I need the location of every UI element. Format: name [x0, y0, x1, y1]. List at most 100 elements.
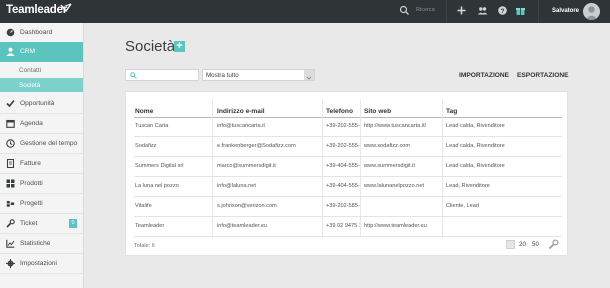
wrench-icon[interactable]	[548, 239, 559, 250]
header-divider	[134, 117, 562, 118]
companies-table: Nome Indirizzo e-mail Telefono Sito web …	[125, 91, 568, 256]
invoice-icon	[6, 159, 15, 168]
column-header-tag[interactable]: Tag	[446, 108, 457, 115]
cell-email[interactable]: info@laluna.net	[217, 183, 322, 189]
search-icon[interactable]	[399, 5, 410, 16]
calendar-icon	[6, 119, 15, 128]
page-size-50[interactable]: 50	[532, 241, 539, 248]
cell-phone: +39-404-555-0	[326, 163, 360, 169]
cell-name[interactable]: Sodafizz	[135, 143, 213, 149]
cell-website[interactable]: www.summersdigit.it	[364, 163, 442, 169]
sidebar-item-statistiche[interactable]: Statistiche	[0, 234, 83, 254]
cell-tag: Lead calda, Rivenditore	[446, 143, 505, 149]
gift-icon[interactable]	[515, 5, 526, 16]
cell-website[interactable]: http://www.tuscancarta.it/	[364, 123, 442, 129]
column-header-name[interactable]: Nome	[135, 108, 153, 115]
row-divider	[134, 236, 562, 237]
check-icon	[6, 99, 15, 108]
column-header-phone[interactable]: Telefono	[326, 108, 353, 115]
divider	[538, 0, 539, 23]
cell-name[interactable]: Vitalife	[135, 203, 213, 209]
sidebar-subitem-contatti[interactable]: Contatti	[0, 63, 83, 77]
cell-phone: +39-202-555-0	[326, 143, 360, 149]
logo-mark-icon	[60, 3, 72, 13]
user-icon	[6, 47, 15, 56]
clock-icon	[6, 139, 15, 148]
sidebar-item-label: Agenda	[20, 120, 43, 127]
wrench-icon	[6, 219, 15, 228]
cell-tag: Cliente, Lead	[446, 203, 479, 209]
sidebar-item-agenda[interactable]: Agenda	[0, 114, 83, 134]
sidebar-item-label: CRM	[20, 48, 36, 55]
user-name[interactable]: Salvatore	[552, 8, 579, 14]
sidebar-item-label: Prodotti	[20, 180, 43, 187]
svg-text:?: ?	[501, 8, 505, 15]
page-size-20[interactable]: 20	[519, 241, 526, 248]
cell-phone: +39 02 9475 1	[326, 223, 360, 229]
sidebar-item-label: Ticket	[20, 220, 38, 227]
sidebar-item-label: Progetti	[20, 200, 43, 207]
avatar-user-icon	[585, 6, 598, 20]
cell-name[interactable]: La luna nel pozzo	[135, 183, 213, 189]
search-field[interactable]: Ricerca	[416, 7, 435, 13]
import-link[interactable]: IMPORTAZIONE	[459, 72, 509, 79]
cell-phone: +39-404-555-0	[326, 183, 360, 189]
sidebar-item-prodotti[interactable]: Prodotti	[0, 174, 83, 194]
cell-website[interactable]: www.lalunanelpozzo.net	[364, 183, 442, 189]
sidebar-item-ticket[interactable]: Ticket 0	[0, 214, 83, 234]
search-input[interactable]	[125, 69, 199, 81]
cell-name[interactable]: Summers Digital srl	[135, 163, 213, 169]
page-title: Società	[125, 38, 176, 55]
sidebar-item-opportunita[interactable]: Opportunità	[0, 94, 83, 114]
sidebar-item-progetti[interactable]: Progetti	[0, 194, 83, 214]
filter-select[interactable]: Mostra tutto	[202, 69, 315, 81]
cell-email[interactable]: info@tuscancarta.it	[217, 123, 322, 129]
sidebar-item-impostazioni[interactable]: Impostazioni	[0, 254, 83, 274]
sidebar-subitem-societa[interactable]: Società	[0, 78, 83, 92]
ticket-count-badge: 0	[69, 219, 77, 228]
help-icon[interactable]: ?	[497, 5, 508, 16]
row-divider	[134, 216, 562, 217]
cell-website[interactable]: http://www.teamleader.eu	[364, 223, 442, 229]
row-divider	[134, 196, 562, 197]
sidebar-item-label: Opportunità	[20, 100, 55, 107]
sidebar-item-dashboard[interactable]: Dashboard	[0, 23, 83, 43]
chevron-down-icon	[304, 70, 314, 80]
grid-icon	[6, 179, 15, 188]
avatar[interactable]	[583, 3, 600, 20]
stats-icon	[6, 239, 15, 248]
row-divider	[134, 156, 562, 157]
cell-email[interactable]: e.frankenberger@Sodafizz.com	[217, 143, 322, 149]
cell-email[interactable]: s.johnson@verizon.com	[217, 203, 322, 209]
cell-email[interactable]: info@teamleader.eu	[217, 223, 322, 229]
sidebar-item-label: Fatture	[20, 160, 41, 167]
cell-email[interactable]: marco@summersdigit.it	[217, 163, 322, 169]
row-divider	[134, 136, 562, 137]
cell-tag: Lead calda, Rivenditore	[446, 163, 505, 169]
column-header-email[interactable]: Indirizzo e-mail	[217, 108, 265, 115]
column-header-website[interactable]: Sito web	[364, 108, 391, 115]
page-size-icon[interactable]	[506, 240, 515, 249]
cell-phone: +39-202-555-0	[326, 123, 360, 129]
add-company-button[interactable]: +	[174, 41, 185, 52]
sidebar-item-gestione-tempo[interactable]: Gestione del tempo	[0, 134, 83, 154]
users-icon[interactable]	[477, 5, 488, 16]
export-link[interactable]: ESPORTAZIONE	[517, 72, 569, 79]
search-icon	[130, 72, 137, 79]
app-logo[interactable]: Teamleader	[6, 4, 67, 16]
cell-name[interactable]: Tuscan Carta	[135, 123, 213, 129]
sidebar-item-crm[interactable]: CRM	[0, 42, 83, 62]
cell-tag: Lead, Rivenditore	[446, 183, 490, 189]
dashboard-icon	[6, 28, 15, 37]
sidebar-item-label: Dashboard	[20, 29, 53, 36]
sidebar-item-fatture[interactable]: Fatture	[0, 154, 83, 174]
cell-tag: Lead calda, Rivenditore	[446, 123, 505, 129]
sidebar-subitem-label: Contatti	[19, 67, 42, 74]
sidebar-item-label: Impostazioni	[20, 260, 58, 267]
cell-name[interactable]: Teamleader	[135, 223, 213, 229]
plus-icon[interactable]	[456, 5, 467, 16]
row-divider	[134, 176, 562, 177]
gear-icon	[6, 259, 15, 268]
sidebar-item-label: Gestione del tempo	[20, 140, 78, 147]
cell-website[interactable]: www.sodafizz.com	[364, 143, 442, 149]
